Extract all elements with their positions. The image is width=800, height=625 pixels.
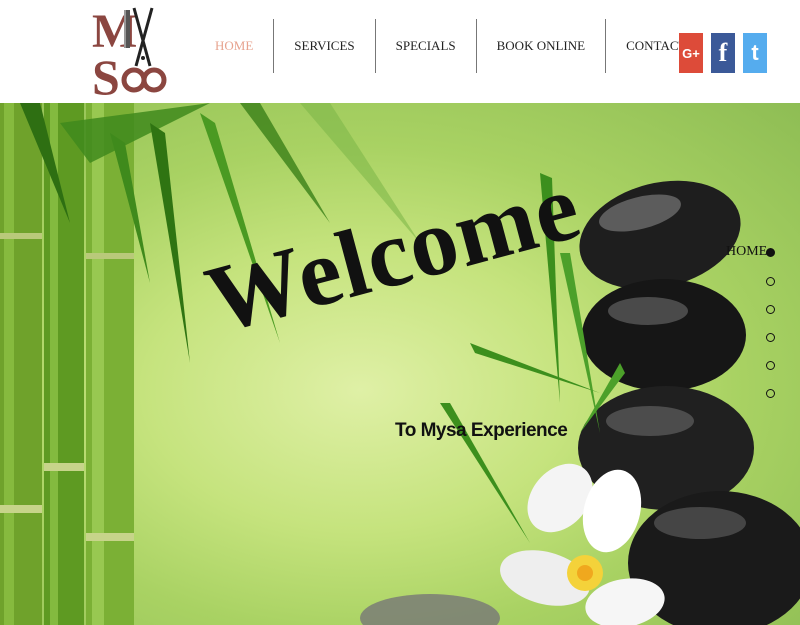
nav-item-home[interactable]: HOME <box>195 19 273 73</box>
site-header: M S HOME SERVICES SPECIALS BOOK ONLINE C… <box>0 0 800 105</box>
hero-subtitle: To Mysa Experience <box>395 420 568 441</box>
section-dot-5[interactable] <box>766 361 775 370</box>
nav-item-services[interactable]: SERVICES <box>274 19 374 73</box>
nav-item-specials[interactable]: SPECIALS <box>376 19 476 73</box>
section-dot-4[interactable] <box>766 333 775 342</box>
section-nav-label: HOME <box>726 244 768 259</box>
section-dot-1[interactable] <box>766 248 775 257</box>
section-dot-2[interactable] <box>766 277 775 286</box>
scissors-icon <box>121 7 167 93</box>
section-dot-6[interactable] <box>766 389 775 398</box>
bamboo-stalks <box>0 103 134 625</box>
spa-background-image <box>0 103 800 625</box>
main-nav: HOME SERVICES SPECIALS BOOK ONLINE CONTA… <box>195 18 706 74</box>
mysa-logo[interactable]: M S <box>88 4 174 105</box>
twitter-icon[interactable]: t <box>743 33 767 73</box>
hero-banner: Welcome <box>0 103 800 625</box>
nav-item-book-online[interactable]: BOOK ONLINE <box>477 19 605 73</box>
google-plus-icon[interactable]: G+ <box>679 33 703 73</box>
section-dot-3[interactable] <box>766 305 775 314</box>
facebook-icon[interactable]: f <box>711 33 735 73</box>
